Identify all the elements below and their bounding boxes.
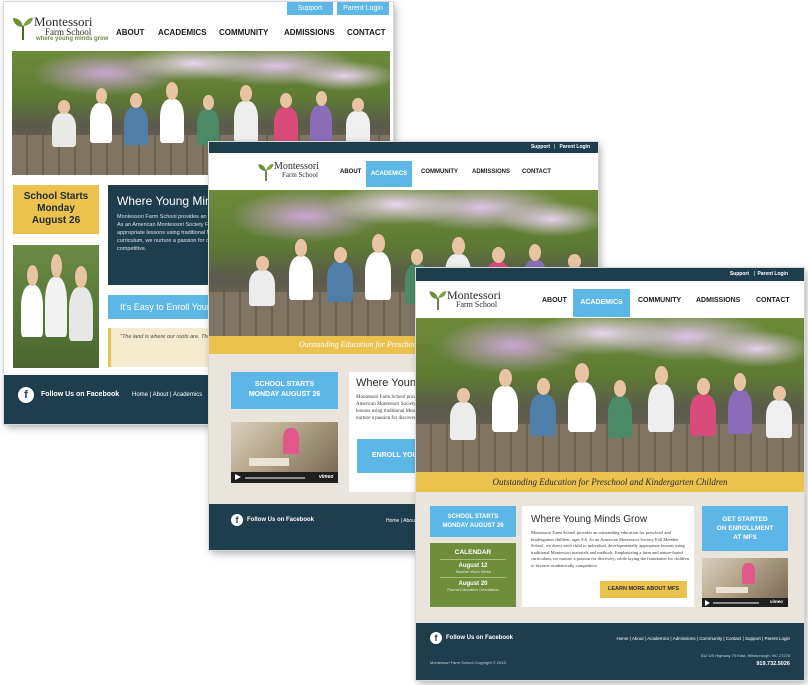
support-button[interactable]: Support — [287, 2, 333, 15]
play-icon[interactable] — [235, 474, 241, 480]
enroll-line-2: ON ENROLLMENT — [716, 525, 774, 532]
nav-about[interactable]: ABOUT — [116, 28, 144, 37]
utility-bar: Support | Parent Login — [209, 142, 598, 153]
facebook-icon[interactable]: f — [18, 387, 34, 403]
sprout-icon — [13, 17, 33, 40]
parent-login-link[interactable]: Parent Login — [559, 144, 590, 150]
follow-facebook-link[interactable]: Follow Us on Facebook — [446, 635, 513, 641]
logo[interactable]: Montessori Farm School — [257, 161, 337, 183]
school-starts-line-1: SCHOOL STARTS — [447, 514, 499, 520]
vimeo-logo: vimeo — [770, 599, 784, 604]
footer-link-admissions[interactable]: Admissions — [673, 636, 696, 641]
footer-link-academics[interactable]: Academics — [173, 392, 202, 398]
intro-heading: Where Young Minds Grow — [531, 514, 648, 525]
intro-body: Montessori Farm School provides an outst… — [531, 530, 689, 568]
nav-contact[interactable]: CONTACT — [347, 28, 386, 37]
enroll-line-1: GET STARTED — [722, 516, 768, 523]
calendar-title: CALENDAR — [454, 549, 492, 556]
follow-facebook-link[interactable]: Follow Us on Facebook — [247, 517, 314, 523]
facebook-icon[interactable]: f — [231, 514, 243, 526]
school-starts-box[interactable]: SCHOOL STARTS MONDAY AUGUST 26 — [231, 372, 338, 409]
school-starts-line-2: Monday — [37, 203, 75, 214]
school-starts-line-3: August 26 — [31, 215, 81, 226]
nav-academics[interactable]: ACADEMICS — [158, 28, 206, 37]
nav-contact[interactable]: CONTACT — [522, 169, 551, 175]
logo-sub: Farm School — [456, 300, 498, 309]
footer-link-parent-login[interactable]: Parent Login — [764, 636, 790, 641]
calendar-event-1: Teacher Work Week — [455, 569, 491, 574]
school-starts-line-1: SCHOOL STARTS — [254, 381, 315, 388]
calendar-event-2: Parent Education Orientation — [447, 587, 499, 592]
nav-community[interactable]: COMMUNITY — [421, 169, 458, 175]
utility-bar: Support | Parent Login — [416, 268, 804, 281]
nav-about[interactable]: ABOUT — [542, 297, 567, 304]
calendar-box: CALENDAR August 12 Teacher Work Week Aug… — [430, 543, 516, 607]
sprout-icon — [258, 163, 274, 181]
video-player[interactable]: vimeo — [702, 558, 788, 607]
nav-admissions[interactable]: ADMISSIONS — [472, 169, 510, 175]
parent-login-button[interactable]: Parent Login — [337, 2, 389, 15]
vimeo-logo: vimeo — [319, 474, 334, 480]
parent-login-link[interactable]: Parent Login — [757, 271, 788, 277]
support-link[interactable]: Support — [730, 271, 749, 277]
footer-links: Home | About | Academics | Admissions | … — [616, 636, 790, 641]
nav-contact[interactable]: CONTACT — [756, 297, 790, 304]
logo[interactable]: Montessori Farm School where young minds… — [12, 14, 112, 44]
nav-admissions[interactable]: ADMISSIONS — [284, 28, 335, 37]
intro-box: Where Young Minds Grow Montessori Farm S… — [522, 506, 694, 607]
footer-links: Home | About — [386, 518, 417, 524]
enroll-line-3: AT MFS — [733, 534, 757, 541]
logo-tagline: where young minds grow — [36, 36, 109, 42]
footer-link-home[interactable]: Home — [386, 518, 399, 524]
kids-garden-photo — [13, 245, 99, 368]
video-player[interactable]: vimeo — [231, 422, 338, 483]
video-progress-bar[interactable] — [245, 477, 305, 479]
footer-link-about[interactable]: About — [153, 392, 169, 398]
sprout-icon — [429, 291, 447, 310]
nav-academics-active[interactable]: ACADEMICS — [573, 289, 630, 317]
enroll-button[interactable]: GET STARTED ON ENROLLMENT AT MFS — [702, 506, 788, 551]
footer-link-contact[interactable]: Contact — [726, 636, 742, 641]
footer: f Follow Us on Facebook Home | About | A… — [416, 623, 804, 680]
school-starts-line-2: MONDAY AUGUST 26 — [248, 391, 321, 398]
learn-more-button[interactable]: LEARN MORE ABOUT MFS — [600, 581, 687, 598]
footer-link-home[interactable]: Home — [616, 636, 628, 641]
footer-links: Home | About | Academics — [132, 392, 203, 398]
follow-facebook-link[interactable]: Follow Us on Facebook — [41, 391, 119, 398]
nav-academics-active[interactable]: ACADEMICS — [366, 161, 412, 187]
video-progress-bar[interactable] — [713, 602, 759, 604]
footer-link-about[interactable]: About — [403, 518, 416, 524]
footer-link-home[interactable]: Home — [132, 392, 148, 398]
footer-link-about[interactable]: About — [632, 636, 644, 641]
support-link[interactable]: Support — [531, 144, 550, 150]
nav-community[interactable]: COMMUNITY — [638, 297, 681, 304]
address: 512 US Highway 70 East, Hillsborough, NC… — [700, 653, 790, 658]
copyright: Montessori Farm School Copyright © 2013 — [430, 660, 506, 665]
footer-link-community[interactable]: Community — [699, 636, 722, 641]
school-starts-line-1: School Starts — [23, 191, 89, 202]
nav-community[interactable]: COMMUNITY — [219, 28, 268, 37]
enroll-button[interactable]: ENROLL YOUR CHILD — [357, 439, 446, 473]
school-starts-line-2: MONDAY AUGUST 26 — [442, 523, 504, 529]
phone[interactable]: 919.732.5026 — [756, 661, 790, 667]
nav-admissions[interactable]: ADMISSIONS — [696, 297, 740, 304]
tagline-banner: Outstanding Education for Preschool and … — [416, 472, 804, 492]
logo[interactable]: Montessori Farm School — [428, 288, 523, 314]
hero-photo — [416, 318, 804, 472]
school-starts-box: School Starts Monday August 26 — [13, 185, 99, 234]
logo-sub: Farm School — [282, 171, 318, 179]
school-starts-box[interactable]: SCHOOL STARTS MONDAY AUGUST 26 — [430, 506, 516, 537]
footer-link-support[interactable]: Support — [745, 636, 761, 641]
facebook-icon[interactable]: f — [430, 632, 442, 644]
mockup-panel-3: Support | Parent Login Montessori Farm S… — [416, 268, 804, 680]
footer-link-academics[interactable]: Academics — [647, 636, 669, 641]
nav-about[interactable]: ABOUT — [340, 169, 361, 175]
play-icon[interactable] — [705, 599, 710, 606]
